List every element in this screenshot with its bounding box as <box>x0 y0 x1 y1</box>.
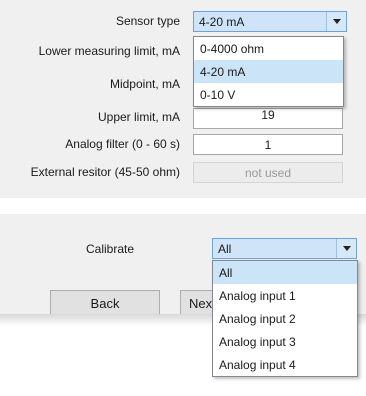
calibrate-label: Calibrate <box>85 242 135 256</box>
panel-separator <box>0 198 366 214</box>
external-resistor-label: External resitor (45-50 ohm) <box>30 165 180 179</box>
calibrate-option-analog-input-3[interactable]: Analog input 3 <box>213 330 357 353</box>
calibrate-value: All <box>218 241 232 256</box>
back-button-label: Back <box>90 295 120 311</box>
midpoint-label: Midpoint, mA <box>109 77 180 91</box>
sensor-option-4-20-ma[interactable]: 4-20 mA <box>194 60 343 83</box>
calibrate-dropdown-list: All Analog input 1 Analog input 2 Analog… <box>212 260 358 377</box>
sensor-type-value: 4-20 mA <box>199 14 245 29</box>
external-resistor-value: not used <box>244 165 292 180</box>
sensor-type-label: Sensor type <box>115 14 180 28</box>
upper-limit-label: Upper limit, mA <box>97 110 180 124</box>
analog-filter-input[interactable]: 1 <box>193 134 343 155</box>
external-resistor-input: not used <box>193 162 343 183</box>
sensor-type-select[interactable]: 4-20 mA <box>193 11 347 32</box>
upper-limit-input[interactable]: 19 <box>193 108 343 129</box>
next-button-label: Nex <box>189 295 213 311</box>
calibrate-option-all[interactable]: All <box>213 261 357 284</box>
calibrate-option-analog-input-4[interactable]: Analog input 4 <box>213 353 357 376</box>
calibrate-option-analog-input-2[interactable]: Analog input 2 <box>213 307 357 330</box>
calibrate-select[interactable]: All <box>212 238 357 259</box>
calibrate-dropdown-button[interactable] <box>336 239 356 258</box>
analog-filter-label: Analog filter (0 - 60 s) <box>65 137 180 151</box>
analog-filter-value: 1 <box>264 137 272 152</box>
sensor-type-dropdown-list: 0-4000 ohm 4-20 mA 0-10 V <box>193 36 344 107</box>
back-button[interactable]: Back <box>50 290 160 316</box>
sensor-type-dropdown-button[interactable] <box>326 12 346 31</box>
upper-limit-value: 19 <box>261 107 275 122</box>
chevron-down-icon <box>342 246 351 251</box>
calibrate-option-analog-input-1[interactable]: Analog input 1 <box>213 284 357 307</box>
chevron-down-icon <box>332 19 341 24</box>
sensor-option-0-10-v[interactable]: 0-10 V <box>194 83 343 106</box>
sensor-settings-panel: Sensor type 4-20 mA Lower measuring limi… <box>0 0 366 198</box>
sensor-option-0-4000-ohm[interactable]: 0-4000 ohm <box>194 37 343 60</box>
lower-limit-label: Lower measuring limit, mA <box>38 44 180 58</box>
